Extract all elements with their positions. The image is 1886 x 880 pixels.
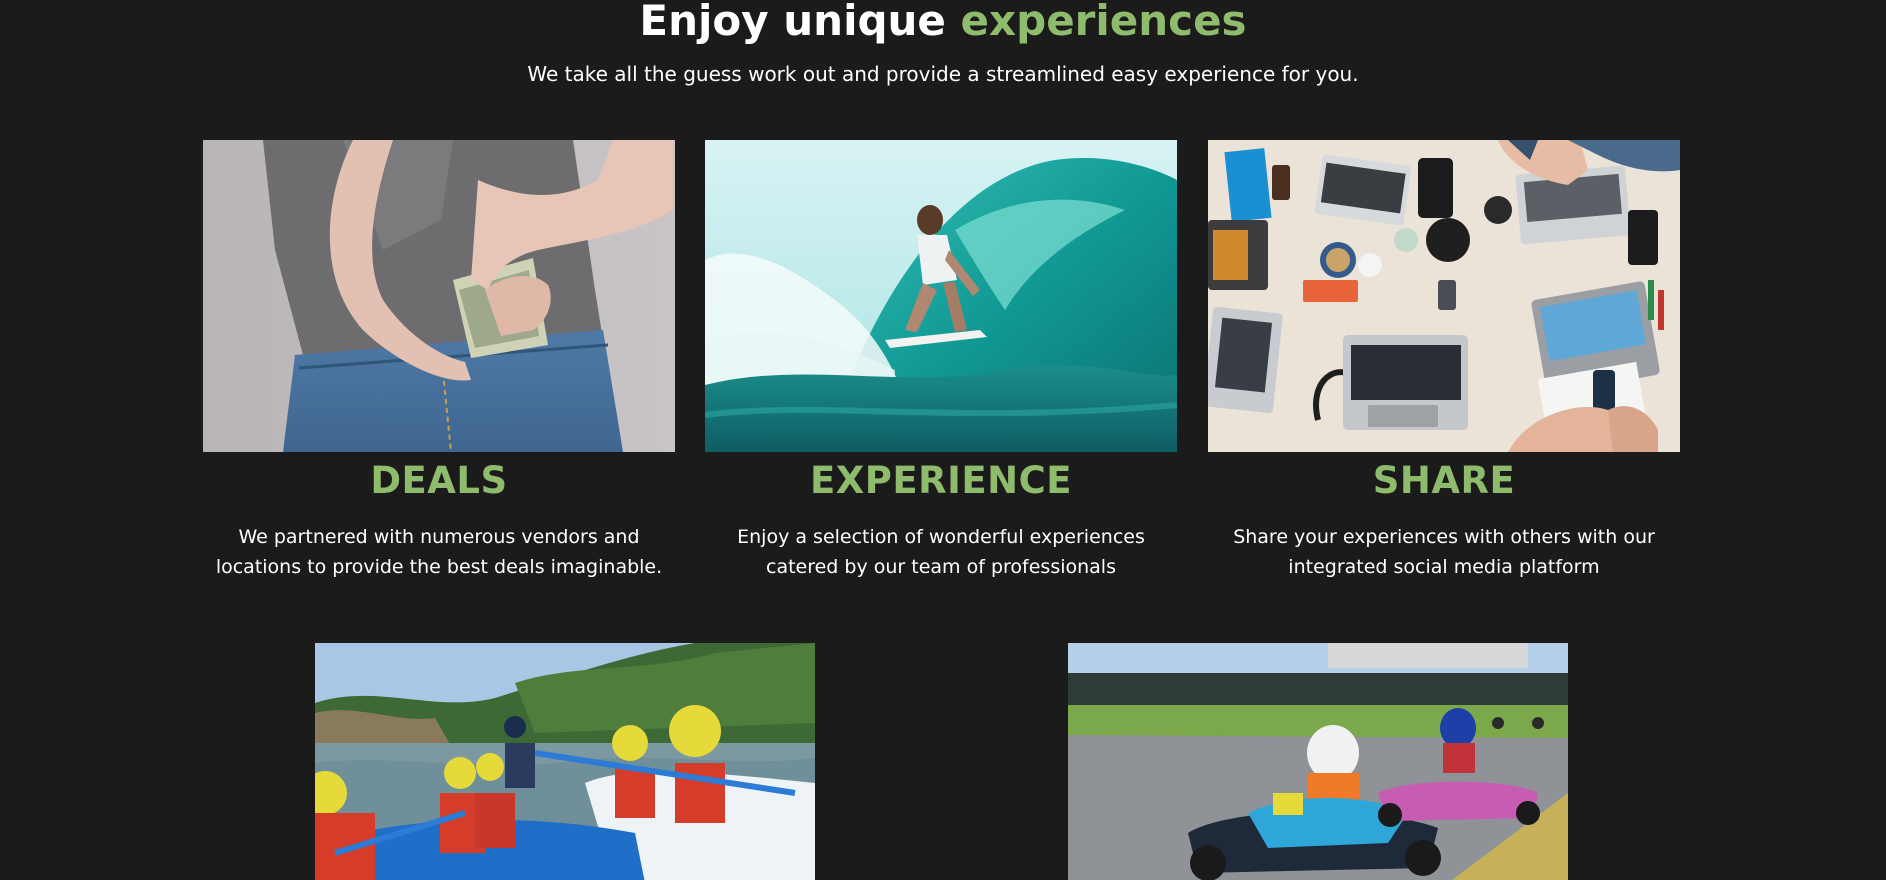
karting-image bbox=[1068, 643, 1568, 880]
heading-main: Enjoy unique bbox=[639, 0, 961, 45]
section-subtitle: We take all the guess work out and provi… bbox=[527, 62, 1359, 86]
card-title-deals: DEALS bbox=[370, 459, 508, 502]
money-in-pocket-photo bbox=[203, 140, 675, 452]
card-text-share: Share your experiences with others with … bbox=[1233, 526, 1655, 578]
experience-image bbox=[705, 140, 1177, 452]
card-title-experience: EXPERIENCE bbox=[809, 459, 1073, 502]
heading-accent: experiences bbox=[960, 0, 1247, 45]
surfer-photo bbox=[705, 140, 1177, 452]
card-deals: DEALS We partnered with numerous vendors… bbox=[203, 140, 675, 582]
laptops-on-desk-photo bbox=[1208, 140, 1680, 452]
river-rafting-photo bbox=[315, 643, 815, 880]
section-heading: Enjoy unique experiences bbox=[0, 0, 1886, 48]
card-title-share: SHARE bbox=[1372, 459, 1516, 502]
card-experience: EXPERIENCE Enjoy a selection of wonderfu… bbox=[705, 140, 1177, 582]
experiences-section: Enjoy unique experiences We take all the… bbox=[0, 0, 1886, 880]
go-kart-racing-photo bbox=[1068, 643, 1568, 880]
rafting-image bbox=[315, 643, 815, 880]
card-text-experience: Enjoy a selection of wonderful experienc… bbox=[737, 526, 1145, 578]
card-text-deals: We partnered with numerous vendors and l… bbox=[215, 526, 663, 578]
share-image bbox=[1208, 140, 1680, 452]
deals-image bbox=[203, 140, 675, 452]
card-share: SHARE Share your experiences with others… bbox=[1208, 140, 1680, 582]
